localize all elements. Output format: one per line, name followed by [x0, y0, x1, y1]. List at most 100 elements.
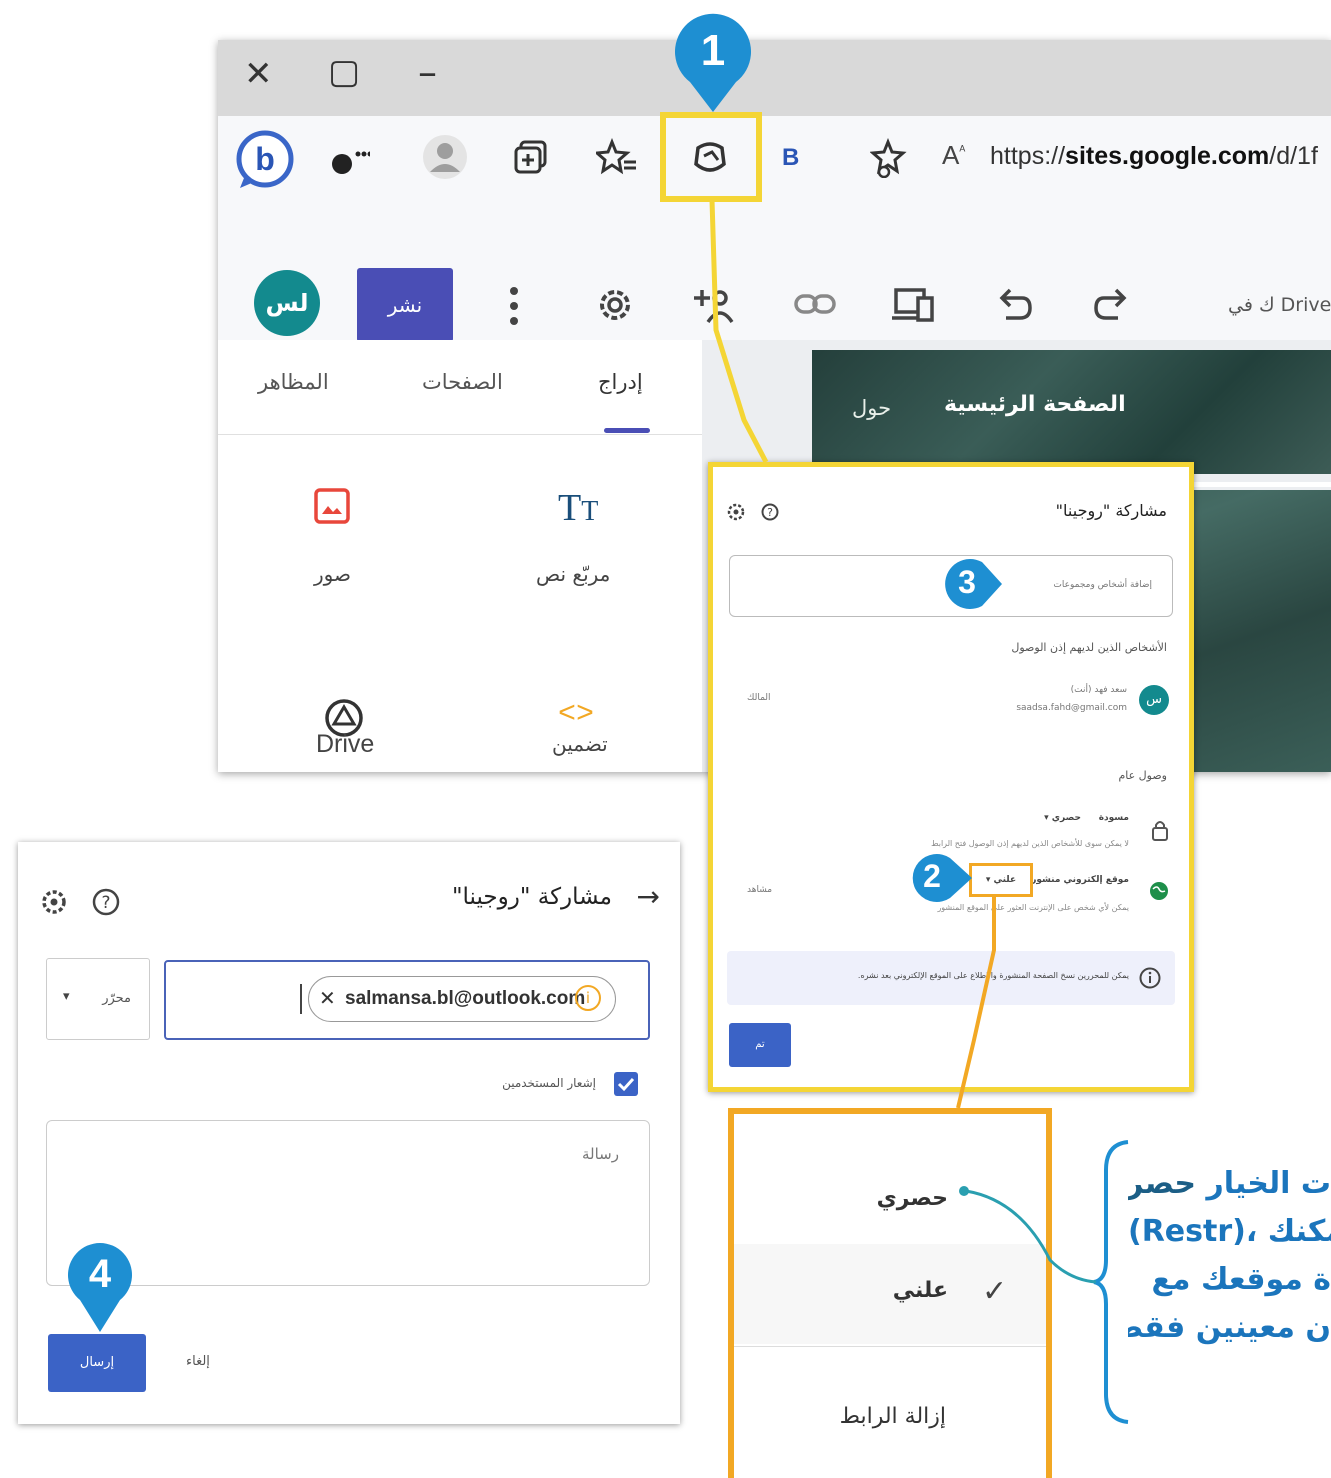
- browser-toolbar: b B Aᴬ https://sites.google.com/d/1f: [218, 116, 1331, 237]
- person-avatar: س: [1139, 685, 1169, 715]
- dropdown-restricted-label: حصري: [876, 1186, 948, 1211]
- svg-text:?: ?: [767, 506, 773, 519]
- access-dropdown-menu: حصري علني ✓ إزالة الرابط: [728, 1108, 1052, 1478]
- read-aloud-letter: A: [942, 140, 960, 170]
- role-select[interactable]: محرّر ▾: [46, 958, 150, 1040]
- step-marker-1: 1: [670, 10, 756, 114]
- tab-themes[interactable]: المظاهر: [258, 370, 329, 394]
- share-settings-gear-icon[interactable]: [727, 503, 745, 521]
- account-avatar[interactable]: لس: [254, 270, 320, 336]
- minimize-window-button[interactable]: –: [418, 50, 437, 94]
- more-options-icon[interactable]: [508, 286, 520, 326]
- collections-icon[interactable]: [513, 138, 551, 176]
- lock-icon: [1151, 819, 1169, 841]
- url-domain: sites.google.com: [1065, 142, 1270, 170]
- email-chip[interactable]: ✕ salmansa.bl@outlook.com i: [308, 976, 616, 1022]
- callout-line-4: ن معينين فقط.: [1128, 1310, 1331, 1345]
- invite-back-arrow-icon[interactable]: →: [637, 880, 660, 913]
- person-email: saadsa.fahd@gmail.com: [1016, 703, 1127, 713]
- site-header-underline: [1172, 482, 1331, 487]
- cancel-button[interactable]: إلغاء: [186, 1354, 210, 1369]
- invite-email-input[interactable]: ✕ salmansa.bl@outlook.com i: [164, 960, 650, 1040]
- insert-images-button[interactable]: [314, 488, 350, 524]
- draft-access-select[interactable]: حصري ▾: [1044, 813, 1081, 823]
- insert-images-label: صور: [314, 562, 351, 586]
- checkmark-icon: ✓: [982, 1274, 1008, 1309]
- redo-icon[interactable]: [1092, 286, 1130, 324]
- published-access-select[interactable]: علني ▾: [969, 863, 1033, 897]
- published-access-value: علني: [993, 875, 1017, 885]
- share-help-icon[interactable]: ?: [761, 503, 779, 521]
- dropdown-remove-link-label: إزالة الرابط: [839, 1404, 946, 1429]
- url-prefix: https://: [990, 142, 1066, 170]
- url-path: /d/1f: [1269, 142, 1318, 170]
- notify-users-checkbox[interactable]: [614, 1072, 638, 1096]
- invite-help-icon[interactable]: ?: [92, 888, 120, 916]
- insert-text-box-label: مربّع نص: [536, 562, 611, 586]
- editors-info-text: يمكن للمحررين نسخ الصفحة المنشورة والاطل…: [857, 971, 1129, 980]
- share-with-others-icon[interactable]: [692, 284, 740, 326]
- step-marker-4: 4: [64, 1238, 136, 1334]
- send-button[interactable]: إرسال: [48, 1334, 146, 1392]
- published-description: يمكن لأي شخص على الإنترنت العثور على الم…: [937, 903, 1129, 912]
- globe-icon: [1149, 881, 1169, 901]
- profile-icon[interactable]: [422, 134, 468, 180]
- tab-divider: [218, 434, 702, 435]
- role-value: محرّر: [102, 991, 131, 1006]
- preview-devices-icon[interactable]: [892, 286, 936, 324]
- general-access-heading: وصول عام: [1118, 769, 1167, 782]
- email-chip-text: salmansa.bl@outlook.com: [345, 988, 586, 1009]
- favorites-icon[interactable]: [596, 138, 638, 178]
- message-textarea[interactable]: رسالة: [46, 1120, 650, 1286]
- dropdown-option-public[interactable]: علني ✓: [734, 1244, 1046, 1344]
- copy-link-icon[interactable]: [794, 292, 836, 318]
- extensions-icon[interactable]: [326, 146, 370, 178]
- insert-embed-label: تضمين: [552, 732, 608, 756]
- address-bar[interactable]: https://sites.google.com/d/1f: [990, 142, 1318, 171]
- text-cursor: [300, 984, 302, 1014]
- close-window-button[interactable]: ✕: [244, 54, 273, 94]
- info-icon: [1139, 967, 1161, 989]
- invite-dialog: → مشاركة "روجينا" ? محرّر ▾ ✕ salmansa.b…: [18, 842, 680, 1424]
- site-nav-home[interactable]: الصفحة الرئيسية: [944, 392, 1126, 417]
- people-with-access-heading: الأشخاص الذين لديهم إذن الوصول: [1011, 641, 1167, 654]
- editors-info-box: يمكن للمحررين نسخ الصفحة المنشورة والاطل…: [727, 951, 1175, 1005]
- message-placeholder: رسالة: [582, 1145, 619, 1163]
- dropdown-public-label: علني: [892, 1278, 948, 1303]
- bing-chat-icon[interactable]: b: [234, 128, 296, 190]
- add-people-placeholder: إضافة أشخاص ومجموعات: [1053, 580, 1152, 590]
- copilot-highlight-box: [660, 112, 762, 202]
- settings-gear-icon[interactable]: [594, 284, 636, 326]
- add-favorite-icon[interactable]: [870, 138, 910, 178]
- text-box-icon[interactable]: TT: [558, 486, 598, 530]
- drive-save-status: ك في Drive: [1228, 294, 1331, 316]
- remove-chip-icon[interactable]: ✕: [319, 986, 336, 1010]
- warning-info-icon: i: [575, 985, 601, 1011]
- undo-icon[interactable]: [996, 286, 1034, 324]
- step-marker-1-label: 1: [700, 26, 726, 75]
- read-aloud-icon[interactable]: Aᴬ: [942, 140, 965, 171]
- publish-button[interactable]: نشر: [357, 268, 453, 342]
- image-icon: [314, 488, 350, 524]
- side-panel: المظاهر الصفحات إدراج صور TT مربّع نص Dr…: [218, 340, 702, 772]
- svg-text:?: ?: [101, 893, 110, 913]
- maximize-window-button[interactable]: ▢: [328, 52, 360, 92]
- site-nav-about[interactable]: حول: [852, 396, 891, 420]
- embed-icon[interactable]: <>: [558, 698, 594, 732]
- person-role: المالك: [747, 693, 771, 703]
- callout-line-1-prefix: ت الخيار: [1196, 1166, 1331, 1201]
- bing-b-icon[interactable]: B: [782, 144, 799, 172]
- callout-bracket: [1092, 1140, 1132, 1424]
- tab-insert[interactable]: إدراج: [598, 370, 643, 394]
- share-done-button[interactable]: تم: [729, 1023, 791, 1067]
- tab-pages[interactable]: الصفحات: [422, 370, 503, 394]
- person-name: سعد فهد (أنت): [1070, 685, 1127, 695]
- title-bar: ✕ ▢ –: [218, 40, 1331, 116]
- callout-text: ت الخيار حصري (Restr)، يمكنك ة موقعك مع …: [1128, 1160, 1331, 1352]
- invite-settings-gear-icon[interactable]: [40, 888, 68, 916]
- draft-access-value: حصري: [1051, 813, 1081, 823]
- dropdown-option-restricted[interactable]: حصري: [734, 1154, 1046, 1244]
- step-marker-2-label: 2: [923, 858, 941, 894]
- dropdown-option-remove-link[interactable]: إزالة الرابط: [734, 1364, 1046, 1454]
- dropdown-divider: [734, 1346, 1046, 1347]
